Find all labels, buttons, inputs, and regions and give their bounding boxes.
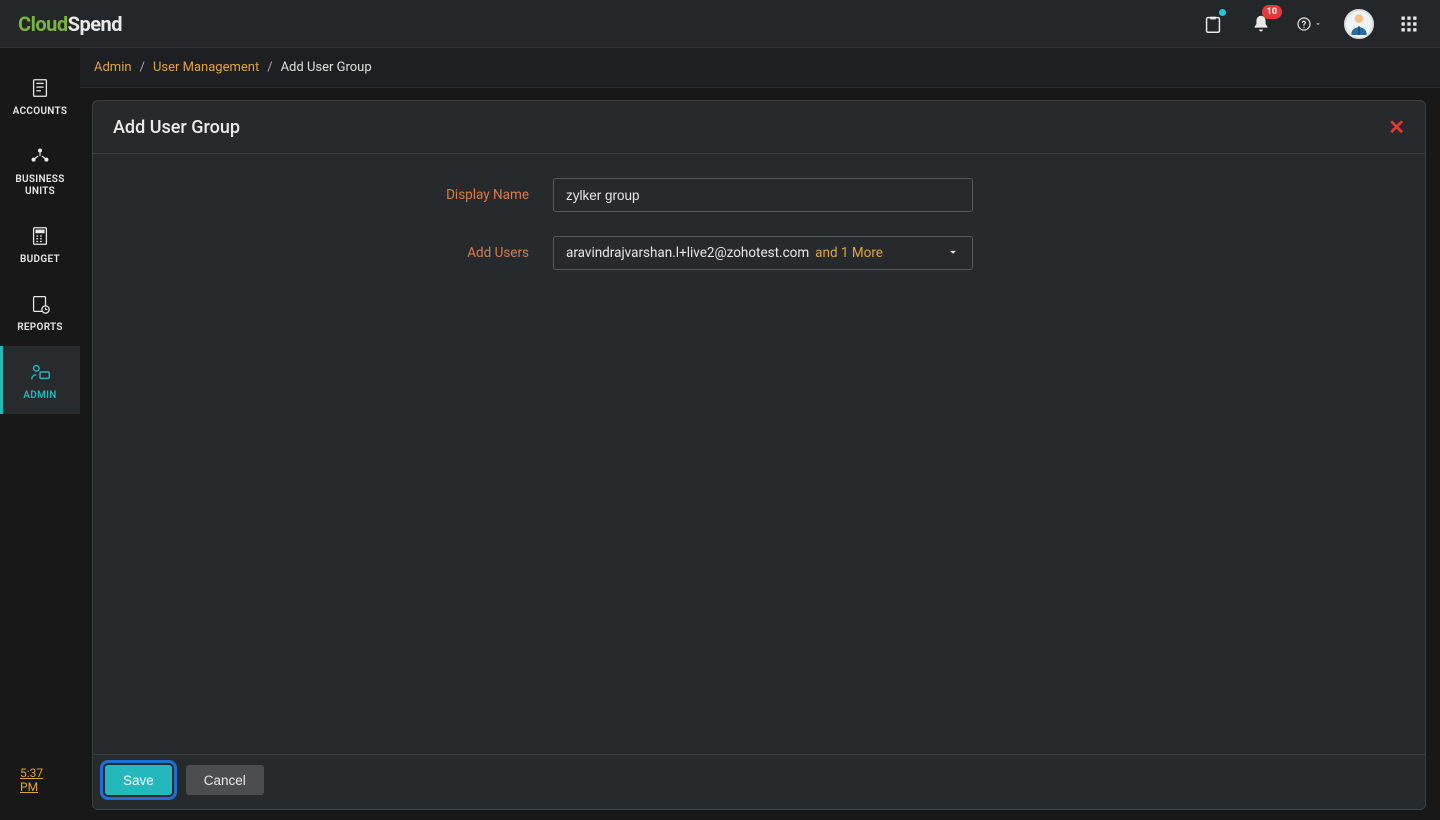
cancel-button[interactable]: Cancel [186,765,264,795]
close-icon[interactable]: ✕ [1388,115,1405,139]
business-units-icon [28,144,52,168]
panel-footer: Save Cancel [93,754,1425,809]
row-display-name: Display Name [123,178,1395,212]
nav-business-units[interactable]: BUSINESS UNITS [0,130,80,210]
accounts-icon [28,76,52,100]
avatar[interactable] [1344,9,1374,39]
breadcrumb: Admin / User Management / Add User Group [80,48,1440,88]
crumb-user-management[interactable]: User Management [153,60,259,75]
time-indicator[interactable]: 5:37 PM [20,766,60,794]
top-icons: 10 [1200,9,1422,39]
app-logo: CloudSpend [18,12,122,36]
crumb-sep: / [267,60,272,75]
logo-spend: Spend [68,12,122,36]
panel-title: Add User Group [113,117,240,138]
label-display-name: Display Name [123,187,553,203]
display-name-input[interactable] [553,178,973,212]
sidebar: ACCOUNTS BUSINESS UNITS BUDGET [0,48,80,820]
nav-label: ACCOUNTS [13,106,68,118]
row-add-users: Add Users aravindrajvarshan.l+live2@zoho… [123,236,1395,270]
nav-admin[interactable]: ADMIN [0,346,80,414]
form-panel: Add User Group ✕ Display Name Add Users … [92,100,1426,810]
budget-icon [28,224,52,248]
crumb-admin[interactable]: Admin [94,60,132,75]
notification-badge: 10 [1262,5,1282,19]
tasks-dot [1219,9,1226,16]
bell-icon[interactable]: 10 [1248,11,1274,37]
save-button[interactable]: Save [105,765,172,795]
help-icon[interactable] [1296,11,1322,37]
nav-budget[interactable]: BUDGET [0,210,80,278]
nav-accounts[interactable]: ACCOUNTS [0,62,80,130]
add-users-more: and 1 More [815,245,883,261]
nav-reports[interactable]: REPORTS [0,278,80,346]
nav-label: ADMIN [23,390,56,402]
label-add-users: Add Users [123,245,553,261]
add-users-value: aravindrajvarshan.l+live2@zohotest.com [566,245,809,261]
top-header: CloudSpend 10 [0,0,1440,48]
logo-cloud: Cloud [18,12,68,36]
nav-label: BUDGET [20,254,60,266]
crumb-current: Add User Group [281,60,372,75]
panel-body: Display Name Add Users aravindrajvarshan… [93,154,1425,754]
nav-label: BUSINESS UNITS [0,174,80,198]
chevron-down-icon [946,244,960,263]
crumb-sep: / [140,60,145,75]
panel-header: Add User Group ✕ [93,101,1425,154]
tasks-icon[interactable] [1200,11,1226,37]
admin-icon [28,360,52,384]
reports-icon [28,292,52,316]
chevron-down-icon [1314,19,1322,29]
apps-grid-icon[interactable] [1396,11,1422,37]
nav-label: REPORTS [17,322,63,334]
add-users-select[interactable]: aravindrajvarshan.l+live2@zohotest.com a… [553,236,973,270]
